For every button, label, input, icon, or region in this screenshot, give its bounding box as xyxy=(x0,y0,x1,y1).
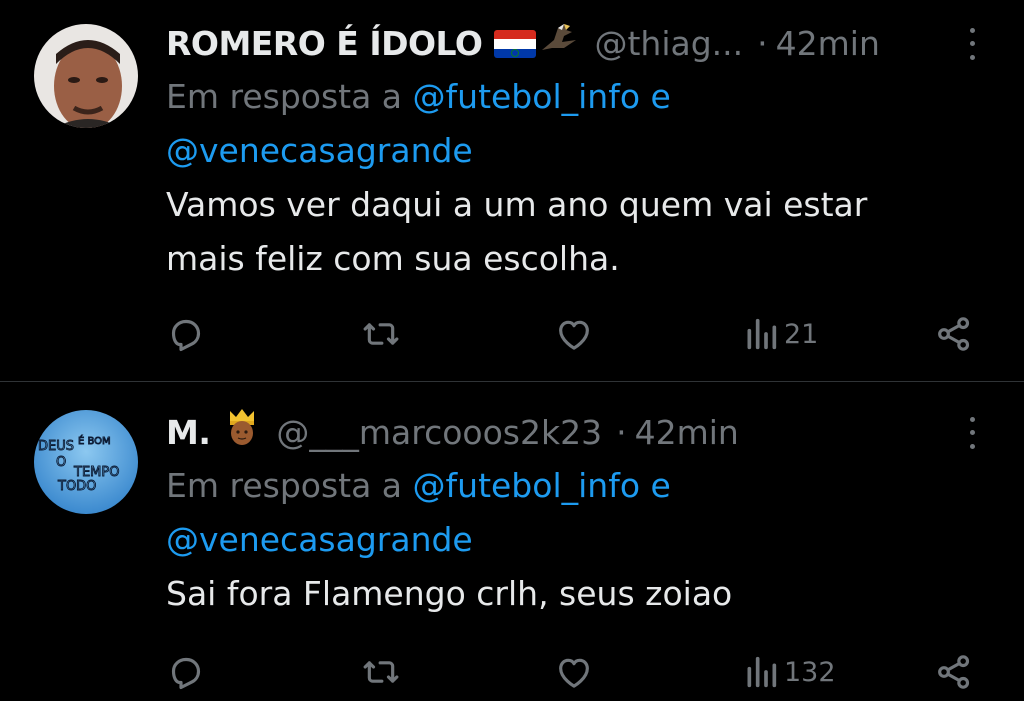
tweet-header: M. @___marcooos2k23 · 42min xyxy=(166,407,984,460)
tweet-header: ROMERO É ÍDOLO @thiag... · 42min xyxy=(166,20,984,68)
avatar[interactable] xyxy=(34,24,138,128)
more-icon[interactable] xyxy=(960,24,984,64)
reply-context: Em resposta a @futebol_info e @venecasag… xyxy=(166,70,984,178)
tweet-text: Sai fora Flamengo crlh, seus zoiao xyxy=(166,567,984,621)
like-button[interactable] xyxy=(554,652,594,692)
tweet-content: ROMERO É ÍDOLO @thiag... · 42min Em resp… xyxy=(166,20,984,286)
tweet-content: M. @___marcooos2k23 · 42min Em resposta … xyxy=(166,407,984,621)
mention-link[interactable]: @futebol_info xyxy=(413,466,640,505)
views-icon xyxy=(747,656,777,688)
reply-button[interactable] xyxy=(166,652,206,692)
mention-link[interactable]: @venecasagrande xyxy=(166,131,473,170)
user-handle[interactable]: @thiag... xyxy=(594,20,743,68)
avatar-text: TEMPO xyxy=(73,465,119,480)
tweet-actions: 132 xyxy=(0,652,1024,692)
reply-prefix: Em resposta a xyxy=(166,466,403,505)
share-icon xyxy=(938,655,970,689)
separator-dot: · xyxy=(757,24,768,63)
views-button[interactable]: 21 xyxy=(744,314,818,354)
more-icon[interactable] xyxy=(960,413,984,453)
bird-icon xyxy=(540,20,580,69)
mention-link[interactable]: @venecasagrande xyxy=(166,520,473,559)
user-handle[interactable]: @___marcooos2k23 xyxy=(276,409,602,457)
reply-icon xyxy=(171,319,201,352)
reply-conjunction[interactable]: e xyxy=(651,466,671,505)
paraguay-flag-icon xyxy=(494,30,537,58)
display-name[interactable]: M. xyxy=(166,409,211,457)
share-button[interactable] xyxy=(934,652,974,692)
tweet-text-line: Sai fora Flamengo crlh, seus zoiao xyxy=(166,574,733,613)
reply-conjunction[interactable]: e xyxy=(651,77,671,116)
reply-context: Em resposta a @futebol_info e @venecasag… xyxy=(166,459,984,567)
avatar-text: É BOM xyxy=(78,434,111,447)
retweet-button[interactable] xyxy=(360,652,402,692)
timestamp[interactable]: 42min xyxy=(776,20,880,68)
views-button[interactable]: 132 xyxy=(744,652,836,692)
avatar-text: DEUS xyxy=(38,439,74,454)
separator-dot: · xyxy=(616,413,627,452)
retweet-button[interactable] xyxy=(360,314,402,354)
tweet[interactable]: ROMERO É ÍDOLO @thiag... · 42min Em resp… xyxy=(0,0,1024,382)
tweet[interactable]: DEUS É BOM O TEMPO TODO M. @___marcooos2… xyxy=(0,382,1024,701)
tweet-actions: 21 xyxy=(0,314,1024,354)
like-button[interactable] xyxy=(554,314,594,354)
tweet-text: Vamos ver daqui a um ano quem vai estar … xyxy=(166,178,984,286)
tweet-text-line: mais feliz com sua escolha. xyxy=(166,239,620,278)
retweet-icon xyxy=(363,661,399,683)
crown-person-icon xyxy=(222,407,262,460)
reply-prefix: Em resposta a xyxy=(166,77,403,116)
display-name[interactable]: ROMERO É ÍDOLO xyxy=(166,20,483,68)
avatar-text: O xyxy=(56,455,66,470)
share-button[interactable] xyxy=(934,314,974,354)
views-icon xyxy=(747,318,777,350)
reply-icon xyxy=(171,657,201,690)
views-count: 21 xyxy=(784,318,819,350)
avatar[interactable]: DEUS É BOM O TEMPO TODO xyxy=(34,410,138,514)
timestamp[interactable]: 42min xyxy=(635,409,739,457)
share-icon xyxy=(938,317,970,351)
avatar-text: TODO xyxy=(57,479,96,494)
mention-link[interactable]: @futebol_info xyxy=(413,77,640,116)
like-icon xyxy=(559,320,589,350)
tweet-text-line: Vamos ver daqui a um ano quem vai estar xyxy=(166,185,868,224)
retweet-icon xyxy=(363,323,399,345)
views-count: 132 xyxy=(784,656,836,688)
reply-button[interactable] xyxy=(166,314,206,354)
like-icon xyxy=(559,658,589,688)
